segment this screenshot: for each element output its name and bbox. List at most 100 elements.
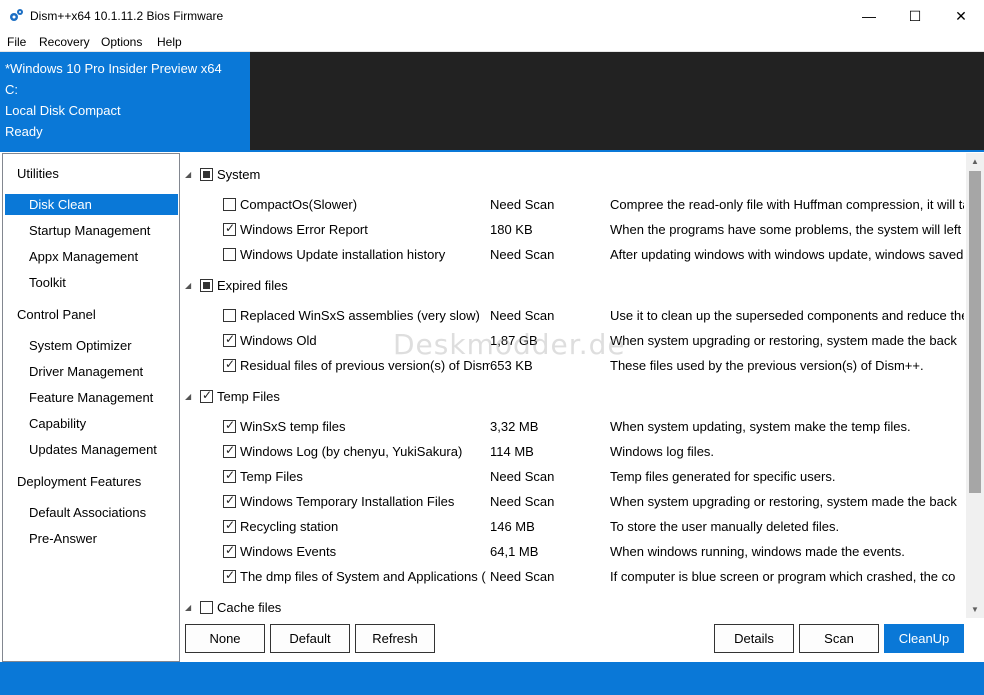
item-checkbox[interactable] <box>223 198 236 211</box>
title-bar: Dism++x64 10.1.11.2 Bios Firmware — ☐ ✕ <box>0 0 984 32</box>
item-description: Use it to clean up the superseded compon… <box>610 308 964 323</box>
item-size: 64,1 MB <box>490 544 541 559</box>
cleanup-button[interactable]: CleanUp <box>884 624 964 653</box>
maximize-button[interactable]: ☐ <box>892 0 938 32</box>
item-checkbox[interactable] <box>223 543 236 558</box>
sidebar-item-pre-answer[interactable]: Pre-Answer <box>29 531 97 546</box>
group-label: Cache files <box>217 600 282 615</box>
os-name: *Windows 10 Pro Insider Preview x64 <box>5 61 222 76</box>
sidebar-item-disk-clean[interactable]: Disk Clean <box>29 197 92 212</box>
watermark: Deskmodder.de <box>393 328 626 361</box>
item-size: Need Scan <box>490 308 557 323</box>
none-button[interactable]: None <box>185 624 265 653</box>
item-name: Temp Files <box>240 469 303 484</box>
scroll-up-icon[interactable]: ▲ <box>966 153 984 170</box>
sidebar-section-utilities[interactable]: Utilities <box>17 166 59 181</box>
list-item[interactable]: CompactOs(Slower) Need Scan Compree the … <box>182 195 964 215</box>
menu-bar: File Recovery Options Help <box>0 32 984 52</box>
item-name: WinSxS temp files <box>240 419 346 434</box>
refresh-button[interactable]: Refresh <box>355 624 435 653</box>
list-item[interactable]: The dmp files of System and Applications… <box>182 567 964 587</box>
sidebar-item-capability[interactable]: Capability <box>29 416 86 431</box>
collapse-icon[interactable]: ◢ <box>185 170 191 179</box>
accent-divider <box>0 150 984 152</box>
item-checkbox[interactable] <box>223 568 236 583</box>
sidebar-item-feature-management[interactable]: Feature Management <box>29 390 153 405</box>
group-row-cache-files[interactable]: ◢ Cache files <box>182 598 964 618</box>
minimize-button[interactable]: — <box>846 0 892 32</box>
list-item[interactable]: Windows Events 64,1 MB When windows runn… <box>182 542 964 562</box>
sidebar-section-control-panel[interactable]: Control Panel <box>17 307 96 322</box>
item-size: Need Scan <box>490 197 557 212</box>
menu-file[interactable]: File <box>7 35 26 49</box>
scroll-down-icon[interactable]: ▼ <box>966 601 984 618</box>
details-button[interactable]: Details <box>714 624 794 653</box>
session-status: Ready <box>5 124 43 139</box>
group-checkbox[interactable] <box>200 279 213 292</box>
item-size: 180 KB <box>490 222 535 237</box>
item-description: When system upgrading or restoring, syst… <box>610 494 957 509</box>
menu-recovery[interactable]: Recovery <box>39 35 90 49</box>
item-size: 3,32 MB <box>490 419 541 434</box>
item-description: To store the user manually deleted files… <box>610 519 840 534</box>
window-title: Dism++x64 10.1.11.2 Bios Firmware <box>30 9 224 23</box>
close-button[interactable]: ✕ <box>938 0 984 32</box>
sidebar-item-toolkit[interactable]: Toolkit <box>29 275 66 290</box>
item-checkbox[interactable] <box>223 248 236 261</box>
item-checkbox[interactable] <box>223 357 236 372</box>
item-description: If computer is blue screen or program wh… <box>610 569 956 584</box>
item-name: Recycling station <box>240 519 339 534</box>
scan-button[interactable]: Scan <box>799 624 879 653</box>
list-item[interactable]: Windows Temporary Installation Files Nee… <box>182 492 964 512</box>
item-description: When windows running, windows made the e… <box>610 544 905 559</box>
gears-icon <box>10 9 23 21</box>
sidebar-item-updates-management[interactable]: Updates Management <box>29 442 157 457</box>
list-item[interactable]: Recycling station 146 MB To store the us… <box>182 517 964 537</box>
sidebar-item-system-optimizer[interactable]: System Optimizer <box>29 338 132 353</box>
item-checkbox[interactable] <box>223 443 236 458</box>
list-item[interactable]: WinSxS temp files 3,32 MB When system up… <box>182 417 964 437</box>
item-name: Windows Log (by chenyu, YukiSakura) <box>240 444 463 459</box>
item-description: Temp files generated for specific users. <box>610 469 836 484</box>
sidebar-section-deployment-features[interactable]: Deployment Features <box>17 474 141 489</box>
sidebar-item-appx-management[interactable]: Appx Management <box>29 249 138 264</box>
group-label: System <box>217 167 261 182</box>
group-label: Expired files <box>217 278 288 293</box>
item-checkbox[interactable] <box>223 518 236 533</box>
item-size: Need Scan <box>490 469 557 484</box>
clean-items-list: ◢ System CompactOs(Slower) Need Scan Com… <box>182 153 966 618</box>
collapse-icon[interactable]: ◢ <box>185 281 191 290</box>
item-checkbox[interactable] <box>223 468 236 483</box>
menu-help[interactable]: Help <box>157 35 182 49</box>
group-row-temp-files[interactable]: ◢ Temp Files <box>182 387 964 407</box>
item-checkbox[interactable] <box>223 221 236 236</box>
collapse-icon[interactable]: ◢ <box>185 392 191 401</box>
list-item[interactable]: Windows Update installation history Need… <box>182 245 964 265</box>
group-row-expired-files[interactable]: ◢ Expired files <box>182 276 964 296</box>
group-checkbox[interactable] <box>200 168 213 181</box>
menu-options[interactable]: Options <box>101 35 142 49</box>
item-checkbox[interactable] <box>223 309 236 322</box>
sidebar-item-startup-management[interactable]: Startup Management <box>29 223 150 238</box>
item-checkbox[interactable] <box>223 493 236 508</box>
scroll-thumb[interactable] <box>969 171 981 493</box>
sidebar-item-default-associations[interactable]: Default Associations <box>29 505 146 520</box>
default-button[interactable]: Default <box>270 624 350 653</box>
item-description: When the programs have some problems, th… <box>610 222 962 237</box>
item-checkbox[interactable] <box>223 332 236 347</box>
vertical-scrollbar[interactable]: ▲ ▼ <box>966 153 984 618</box>
list-item[interactable]: Windows Log (by chenyu, YukiSakura) 114 … <box>182 442 964 462</box>
group-checkbox[interactable] <box>200 388 213 403</box>
item-description: After updating windows with windows upda… <box>610 247 964 262</box>
item-size: 114 MB <box>490 444 536 459</box>
item-name: Windows Events <box>240 544 337 559</box>
list-item[interactable]: Replaced WinSxS assemblies (very slow) N… <box>182 306 964 326</box>
sidebar-item-driver-management[interactable]: Driver Management <box>29 364 143 379</box>
session-selector[interactable]: *Windows 10 Pro Insider Preview x64 C: L… <box>0 52 250 150</box>
list-item[interactable]: Windows Error Report 180 KB When the pro… <box>182 220 964 240</box>
item-checkbox[interactable] <box>223 418 236 433</box>
group-checkbox[interactable] <box>200 601 213 614</box>
list-item[interactable]: Temp Files Need Scan Temp files generate… <box>182 467 964 487</box>
collapse-icon[interactable]: ◢ <box>185 603 191 612</box>
group-row-system[interactable]: ◢ System <box>182 165 964 185</box>
